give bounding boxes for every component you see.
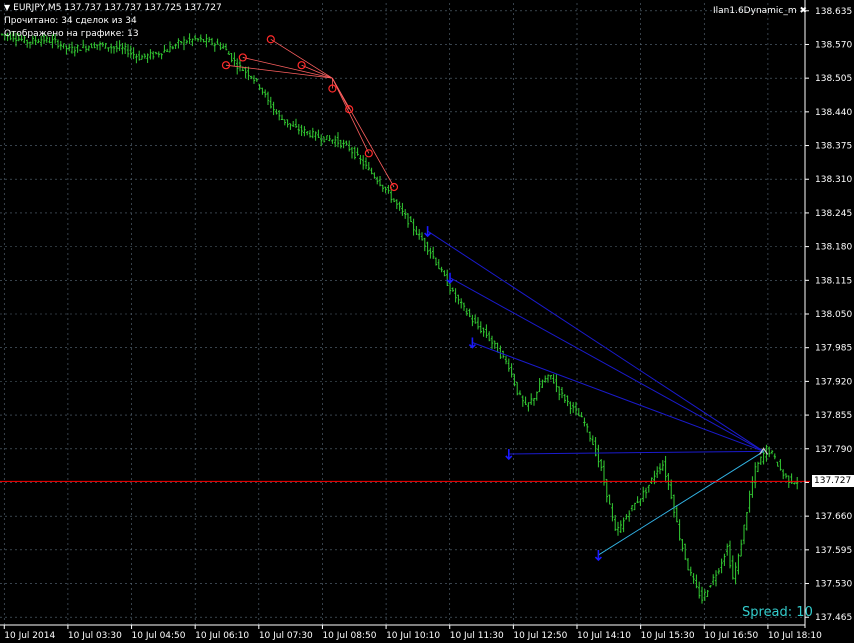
price-tick-label: 138.180 (815, 243, 852, 253)
chart-background (0, 0, 854, 643)
time-tick-label: 10 Jul 16:50 (704, 631, 758, 641)
price-tick-label: 137.855 (815, 411, 852, 421)
current-price-tag: 137.727 (812, 475, 854, 488)
time-tick-label: 10 Jul 06:10 (195, 631, 249, 641)
price-tick-label: 138.570 (815, 40, 852, 50)
price-tick-label: 138.635 (815, 7, 852, 17)
time-tick-label: 10 Jul 04:50 (132, 631, 186, 641)
symbol-info[interactable]: ▼ EURJPY,M5 137.737 137.737 137.725 137.7… (4, 2, 222, 14)
price-tick-label: 137.790 (815, 445, 852, 455)
symbol-info-text: EURJPY,M5 137.737 137.737 137.725 137.72… (13, 3, 222, 13)
price-tick-label: 137.985 (815, 344, 852, 354)
close-icon[interactable]: ✖ (800, 6, 808, 16)
expert-advisor-name: Ilan1.6Dynamic_m (713, 6, 797, 16)
price-tick-label: 138.375 (815, 142, 852, 152)
price-tick-label: 138.050 (815, 310, 852, 320)
time-tick-label: 10 Jul 12:50 (513, 631, 567, 641)
price-chart[interactable]: 138.635 138.570 138.505 138.440 138.375 138.3… (0, 0, 854, 643)
price-tick-label: 138.310 (815, 175, 852, 185)
time-tick-label: 10 Jul 15:30 (641, 631, 695, 641)
price-tick-label: 138.115 (815, 276, 852, 286)
time-tick-label: 10 Jul 14:10 (577, 631, 631, 641)
time-tick-label: 10 Jul 18:10 (768, 631, 822, 641)
time-tick-label: 10 Jul 2014 (4, 631, 55, 641)
time-tick-label: 10 Jul 10:10 (386, 631, 440, 641)
price-tick-label: 138.505 (815, 74, 852, 84)
price-tick-label: 138.440 (815, 108, 852, 118)
price-tick-label: 137.660 (815, 512, 852, 522)
deals-read-info: Прочитано: 34 сделок из 34 (4, 16, 137, 26)
price-tick-label: 137.595 (815, 546, 852, 556)
time-tick-label: 10 Jul 03:30 (68, 631, 122, 641)
price-tick-label: 137.530 (815, 580, 852, 590)
deals-shown-info: Отображено на графике: 13 (4, 29, 139, 39)
time-tick-label: 10 Jul 08:50 (322, 631, 376, 641)
spread-readout: Spread: 10 (742, 605, 813, 620)
price-tick-label: 137.920 (815, 377, 852, 387)
expert-advisor-label[interactable]: Ilan1.6Dynamic_m ✖ (713, 5, 807, 17)
time-tick-label: 10 Jul 11:30 (450, 631, 504, 641)
dropdown-triangle-icon[interactable]: ▼ (4, 3, 10, 12)
time-tick-label: 10 Jul 07:30 (259, 631, 313, 641)
price-tick-label: 137.465 (815, 613, 852, 623)
price-tick-label: 138.245 (815, 209, 852, 219)
